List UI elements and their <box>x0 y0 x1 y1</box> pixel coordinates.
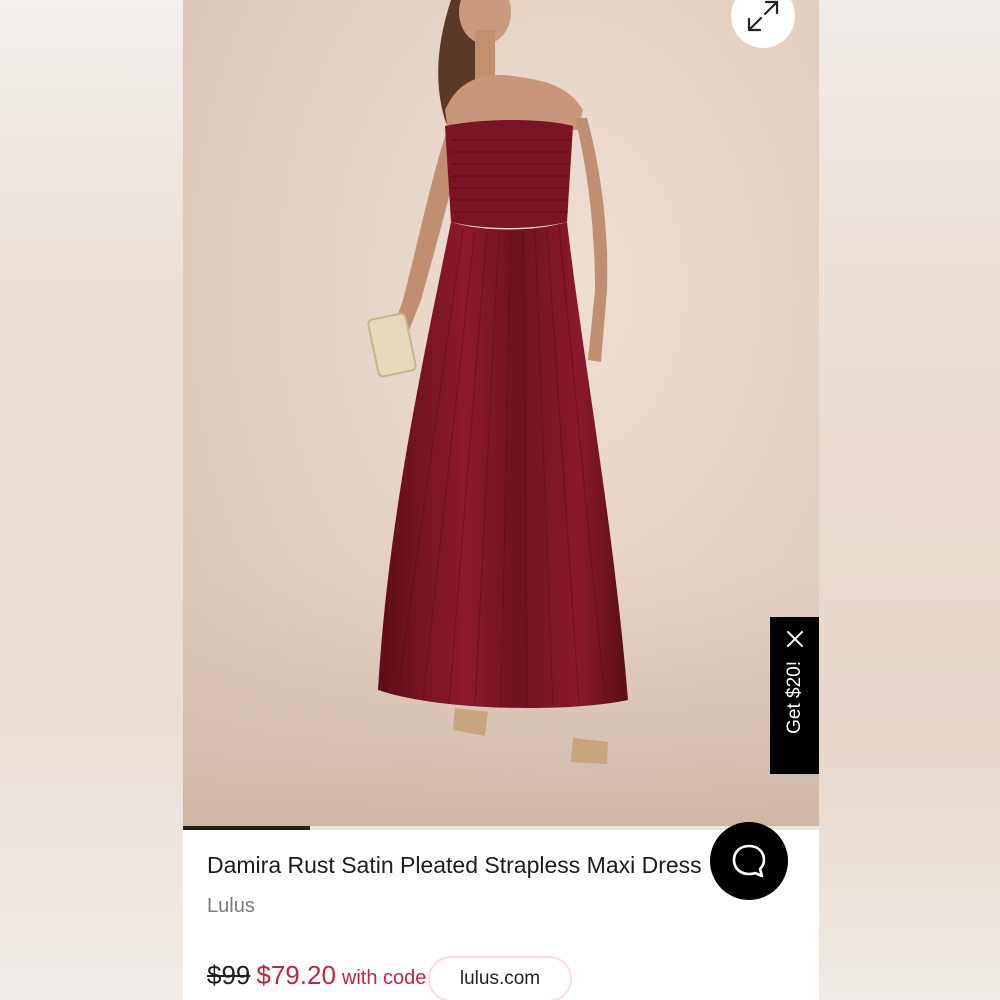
watermark-overlay: lulus.com <box>430 958 570 1000</box>
carousel-progress-bar <box>183 826 311 830</box>
product-page: Damira Rust Satin Pleated Strapless Maxi… <box>183 0 819 1000</box>
chat-bubble-icon <box>732 844 766 878</box>
model-photo <box>183 0 819 826</box>
expand-arrows-icon <box>747 0 779 32</box>
blurred-backdrop-left <box>0 0 183 1000</box>
image-carousel-indicator <box>183 826 819 830</box>
original-price: $99 <box>207 960 251 990</box>
product-title: Damira Rust Satin Pleated Strapless Maxi… <box>207 852 702 878</box>
product-brand[interactable]: Lulus <box>207 895 255 918</box>
price-row: $99 $79.20 with code <box>207 960 426 991</box>
blurred-backdrop-right <box>819 0 1000 1000</box>
promo-tab[interactable]: Get $20! <box>770 617 819 774</box>
sale-price: $79.20 <box>256 960 336 990</box>
chat-button[interactable] <box>710 822 788 900</box>
promo-tab-label[interactable]: Get $20! <box>784 661 806 734</box>
promo-code-note: with code <box>341 967 427 989</box>
product-image[interactable] <box>183 0 819 826</box>
close-icon[interactable] <box>785 629 805 649</box>
